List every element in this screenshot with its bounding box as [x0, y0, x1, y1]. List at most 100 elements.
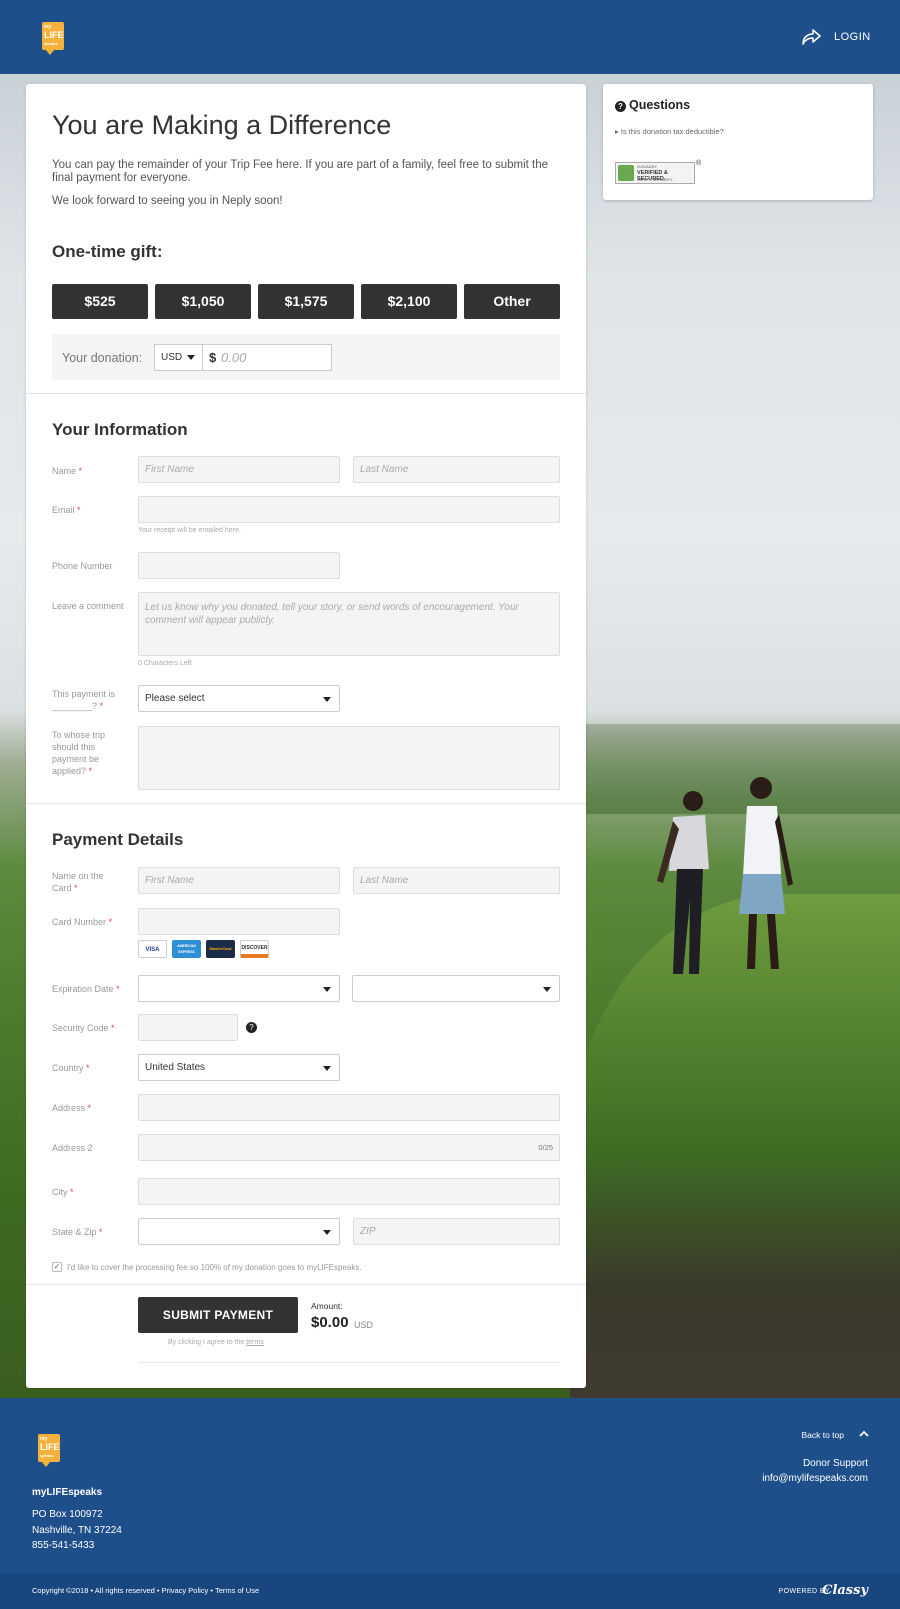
logo-line-3: speaks	[44, 41, 58, 46]
processing-fee-checkbox[interactable]: ✓	[52, 1262, 62, 1272]
email-input[interactable]	[138, 496, 560, 523]
faq-link-tax-deductible[interactable]: ▸ Is this donation tax deductible?	[615, 127, 724, 136]
phone-input[interactable]	[138, 552, 340, 579]
donation-amount-input[interactable]: $ 0.00	[202, 344, 332, 371]
state-zip-label: State & Zip *	[52, 1227, 103, 1237]
classy-logo[interactable]: Classy	[822, 1583, 868, 1598]
payment-type-value: Please select	[145, 693, 205, 704]
donation-placeholder: 0.00	[221, 350, 247, 365]
expiration-month-select[interactable]	[138, 975, 340, 1002]
section-divider	[26, 803, 586, 804]
logo-line-2: LIFE	[44, 30, 64, 40]
address-input[interactable]	[138, 1094, 560, 1121]
amount-button-1575[interactable]: $1,575	[258, 284, 354, 319]
amount-button-525[interactable]: $525	[52, 284, 148, 319]
visa-card-icon: VISA	[138, 940, 167, 958]
terms-link[interactable]: terms	[246, 1339, 264, 1346]
donation-label: Your donation:	[62, 351, 143, 365]
amount-label: Amount:	[311, 1301, 343, 1311]
first-name-input[interactable]: First Name	[138, 456, 340, 483]
country-select[interactable]: United States	[138, 1054, 340, 1081]
trip-label: To whose trip should this payment be app…	[52, 730, 106, 776]
amount-button-2100[interactable]: $2,100	[361, 284, 457, 319]
chevron-down-icon	[323, 1230, 331, 1235]
city-input[interactable]	[138, 1178, 560, 1205]
comment-label: Leave a comment	[52, 601, 124, 611]
address-label: Address *	[52, 1103, 92, 1113]
registered-mark: ®	[696, 160, 702, 167]
footer-address: PO Box 100972 Nashville, TN 37224 855-54…	[32, 1507, 122, 1554]
child-figure	[657, 791, 709, 974]
expiration-year-select[interactable]	[352, 975, 560, 1002]
address-line: Nashville, TN 37224	[32, 1524, 122, 1536]
submit-payment-button[interactable]: SUBMIT PAYMENT	[138, 1297, 298, 1333]
copyright: Copyright ©2018 • All rights reserved • …	[32, 1586, 260, 1595]
name-label: Name *	[52, 466, 83, 476]
security-code-input[interactable]	[138, 1014, 238, 1041]
gift-heading: One-time gift:	[52, 242, 163, 261]
back-to-top-link[interactable]: Back to top	[801, 1430, 844, 1440]
processing-fee-text: I'd like to cover the processing fee so …	[67, 1263, 362, 1272]
card-name-label: Name on the Card *	[52, 871, 104, 893]
lock-icon	[618, 165, 634, 181]
currency-select[interactable]: USD	[154, 344, 203, 371]
questions-card: ? Questions ▸ Is this donation tax deduct…	[603, 84, 873, 200]
terms-of-use-link[interactable]: Terms of Use	[215, 1586, 259, 1595]
trip-textarea[interactable]	[138, 726, 560, 790]
donor-support: Donor Support info@mylifespeaks.com	[762, 1456, 868, 1486]
question-icon: ?	[615, 101, 626, 112]
security-seal[interactable]: GODADDY VERIFIED & SECURED VERIFY SECURI…	[615, 162, 695, 184]
card-number-label: Card Number *	[52, 917, 113, 927]
email-hint: Your receipt will be emailed here.	[138, 527, 241, 534]
card-last-name-input[interactable]: Last Name	[353, 867, 560, 894]
footer: my LIFE speaks myLIFEspeaks PO Box 10097…	[0, 1398, 900, 1609]
intro-text: You can pay the remainder of your Trip F…	[52, 159, 549, 184]
expiration-label: Expiration Date *	[52, 984, 120, 994]
address2-label: Address 2	[52, 1143, 93, 1153]
footer-bottom-bar: Copyright ©2018 • All rights reserved • …	[0, 1574, 900, 1609]
card-first-name-input[interactable]: First Name	[138, 867, 340, 894]
questions-title: ? Questions	[615, 98, 690, 112]
logo-line-3: speaks	[40, 1453, 54, 1458]
bottom-divider	[138, 1362, 560, 1363]
support-email-link[interactable]: info@mylifespeaks.com	[762, 1471, 868, 1486]
amex-card-icon: AMERICAN EXPRESS	[172, 940, 201, 958]
security-code-label: Security Code *	[52, 1023, 115, 1033]
card-number-input[interactable]	[138, 908, 340, 935]
info-heading: Your Information	[52, 420, 188, 439]
chevron-down-icon	[323, 1066, 331, 1071]
address2-input[interactable]: 0/25	[138, 1134, 560, 1161]
share-icon[interactable]	[801, 28, 821, 46]
help-icon[interactable]: ?	[246, 1022, 257, 1033]
comment-char-counter: 0 Characters Left	[138, 660, 192, 667]
amount-button-1050[interactable]: $1,050	[155, 284, 251, 319]
email-label: Email *	[52, 505, 81, 515]
zip-input[interactable]: ZIP	[353, 1218, 560, 1245]
payment-heading: Payment Details	[52, 830, 184, 849]
child-figure	[739, 777, 793, 969]
page-title: You are Making a Difference	[52, 110, 392, 140]
mastercard-icon: MasterCard	[206, 940, 235, 958]
terms-note: By clicking I agree to the terms	[168, 1339, 264, 1346]
top-bar: my LIFE speaks LOGIN	[0, 0, 900, 74]
state-select[interactable]	[138, 1218, 340, 1245]
amount-button-other[interactable]: Other	[464, 284, 560, 319]
section-divider	[26, 393, 586, 394]
comment-textarea[interactable]: Let us know why you donated, tell your s…	[138, 592, 560, 656]
discover-card-icon: DISCOVER	[240, 940, 269, 958]
amount-currency: USD	[354, 1320, 374, 1330]
chevron-up-icon[interactable]	[858, 1428, 870, 1440]
payment-type-select[interactable]: Please select	[138, 685, 340, 712]
country-label: Country *	[52, 1063, 90, 1073]
logo[interactable]: my LIFE speaks	[42, 22, 64, 55]
chevron-down-icon	[323, 697, 331, 702]
donation-form-card: You are Making a Difference You can pay …	[26, 84, 586, 1388]
seal-line-3: VERIFY SECURITY	[637, 177, 673, 182]
last-name-input[interactable]: Last Name	[353, 456, 560, 483]
intro-text-2: We look forward to seeing you in Neply s…	[52, 195, 283, 207]
footer-logo[interactable]: my LIFE speaks	[38, 1434, 60, 1467]
phone-label: Phone Number	[52, 561, 113, 571]
chevron-down-icon	[323, 987, 331, 992]
privacy-policy-link[interactable]: Privacy Policy	[162, 1586, 209, 1595]
login-link[interactable]: LOGIN	[834, 31, 871, 43]
